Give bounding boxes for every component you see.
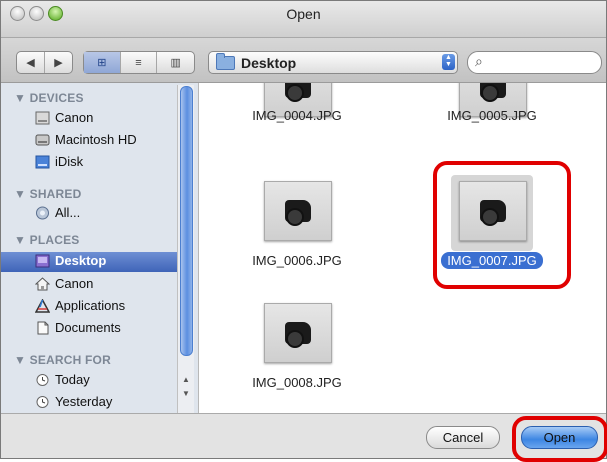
sidebar-item-label: Desktop <box>55 253 107 268</box>
sidebar-item-label: Macintosh HD <box>55 132 137 147</box>
location-label: Desktop <box>241 55 297 71</box>
icon-view-button[interactable]: ⊞ <box>84 52 121 73</box>
window-title: Open <box>286 6 321 22</box>
camera-icon <box>285 83 311 102</box>
back-button[interactable]: ◀ <box>17 52 45 73</box>
folder-icon <box>216 53 235 70</box>
sidebar-item-macintosh-hd[interactable]: Macintosh HD <box>31 131 177 151</box>
sidebar-item-yesterday[interactable]: Yesterday <box>31 393 177 413</box>
camera-icon <box>480 83 506 102</box>
sidebar-header-search-for: ▼ SEARCH FOR <box>14 353 111 367</box>
sidebar-item-canon-device[interactable]: Canon <box>31 109 177 129</box>
sidebar-header-places: ▼ PLACES <box>14 233 80 247</box>
document-icon <box>35 321 50 335</box>
sidebar-item-today[interactable]: Today <box>31 371 177 391</box>
file-name: IMG_0006.JPG <box>252 253 342 268</box>
clock-icon <box>35 395 50 409</box>
sidebar-item-applications[interactable]: Applications <box>31 297 177 317</box>
scroll-up-icon[interactable]: ▲ <box>178 375 194 387</box>
sidebar-item-label: Today <box>55 372 90 387</box>
sidebar-item-label: Yesterday <box>55 394 113 409</box>
image-thumbnail <box>264 303 332 363</box>
sidebar-item-label: Documents <box>55 320 121 335</box>
sidebar: ▼ DEVICES Canon Macintosh HD iDisk ▼ SHA… <box>1 83 199 413</box>
forward-button[interactable]: ▶ <box>45 52 72 73</box>
file-name: IMG_0005.JPG <box>447 108 537 123</box>
view-switcher: ⊞ ≡ ▥ <box>83 51 195 74</box>
sidebar-header-shared: ▼ SHARED <box>14 187 82 201</box>
desktop-icon <box>35 254 50 268</box>
file-item[interactable]: IMG_0005.JPG <box>427 83 557 137</box>
search-field[interactable]: ⌕ <box>467 51 602 74</box>
network-icon <box>35 206 50 220</box>
sidebar-item-label: Canon <box>55 276 94 291</box>
location-popup[interactable]: Desktop ▲ ▼ <box>208 51 458 74</box>
sidebar-item-desktop[interactable]: Desktop <box>1 252 179 272</box>
camera-icon <box>285 200 311 226</box>
title-bar: Open <box>1 1 606 38</box>
image-thumbnail <box>264 181 332 241</box>
highlight-open-button <box>512 416 607 462</box>
highlight-selected-file <box>433 161 571 289</box>
file-name: IMG_0004.JPG <box>252 108 342 123</box>
file-item[interactable]: IMG_0008.JPG <box>232 303 362 390</box>
sidebar-item-documents[interactable]: Documents <box>31 319 177 339</box>
file-item[interactable]: IMG_0006.JPG <box>232 181 362 271</box>
sidebar-scrollbar[interactable]: ▲ ▼ <box>177 85 194 413</box>
sidebar-header-devices: ▼ DEVICES <box>14 91 84 105</box>
cancel-button[interactable]: Cancel <box>426 426 500 449</box>
hard-drive-icon <box>35 133 50 147</box>
sidebar-item-label: Applications <box>55 298 126 313</box>
sidebar-item-label: All... <box>55 205 81 220</box>
idisk-icon <box>35 155 50 169</box>
history-nav: ◀ ▶ <box>16 51 73 74</box>
camera-icon <box>285 322 311 348</box>
home-icon <box>34 277 51 291</box>
sidebar-item-canon-home[interactable]: Canon <box>31 275 177 295</box>
column-view-button[interactable]: ▥ <box>157 52 194 73</box>
sidebar-item-idisk[interactable]: iDisk <box>31 153 177 173</box>
toolbar: ◀ ▶ ⊞ ≡ ▥ Desktop ▲ ▼ ⌕ <box>1 38 606 83</box>
scroll-down-icon[interactable]: ▼ <box>178 389 194 401</box>
popup-arrows-icon: ▲ ▼ <box>442 54 455 70</box>
drive-icon <box>35 111 50 125</box>
list-view-button[interactable]: ≡ <box>121 52 158 73</box>
scrollbar-thumb[interactable] <box>180 86 193 356</box>
sidebar-item-all[interactable]: All... <box>31 204 177 224</box>
sidebar-item-label: iDisk <box>55 154 84 169</box>
clock-icon <box>35 373 50 387</box>
search-icon: ⌕ <box>475 53 483 69</box>
applications-icon <box>34 298 51 313</box>
file-item[interactable]: IMG_0004.JPG <box>232 83 362 137</box>
sidebar-item-label: Canon <box>55 110 94 125</box>
file-name: IMG_0008.JPG <box>252 375 342 390</box>
